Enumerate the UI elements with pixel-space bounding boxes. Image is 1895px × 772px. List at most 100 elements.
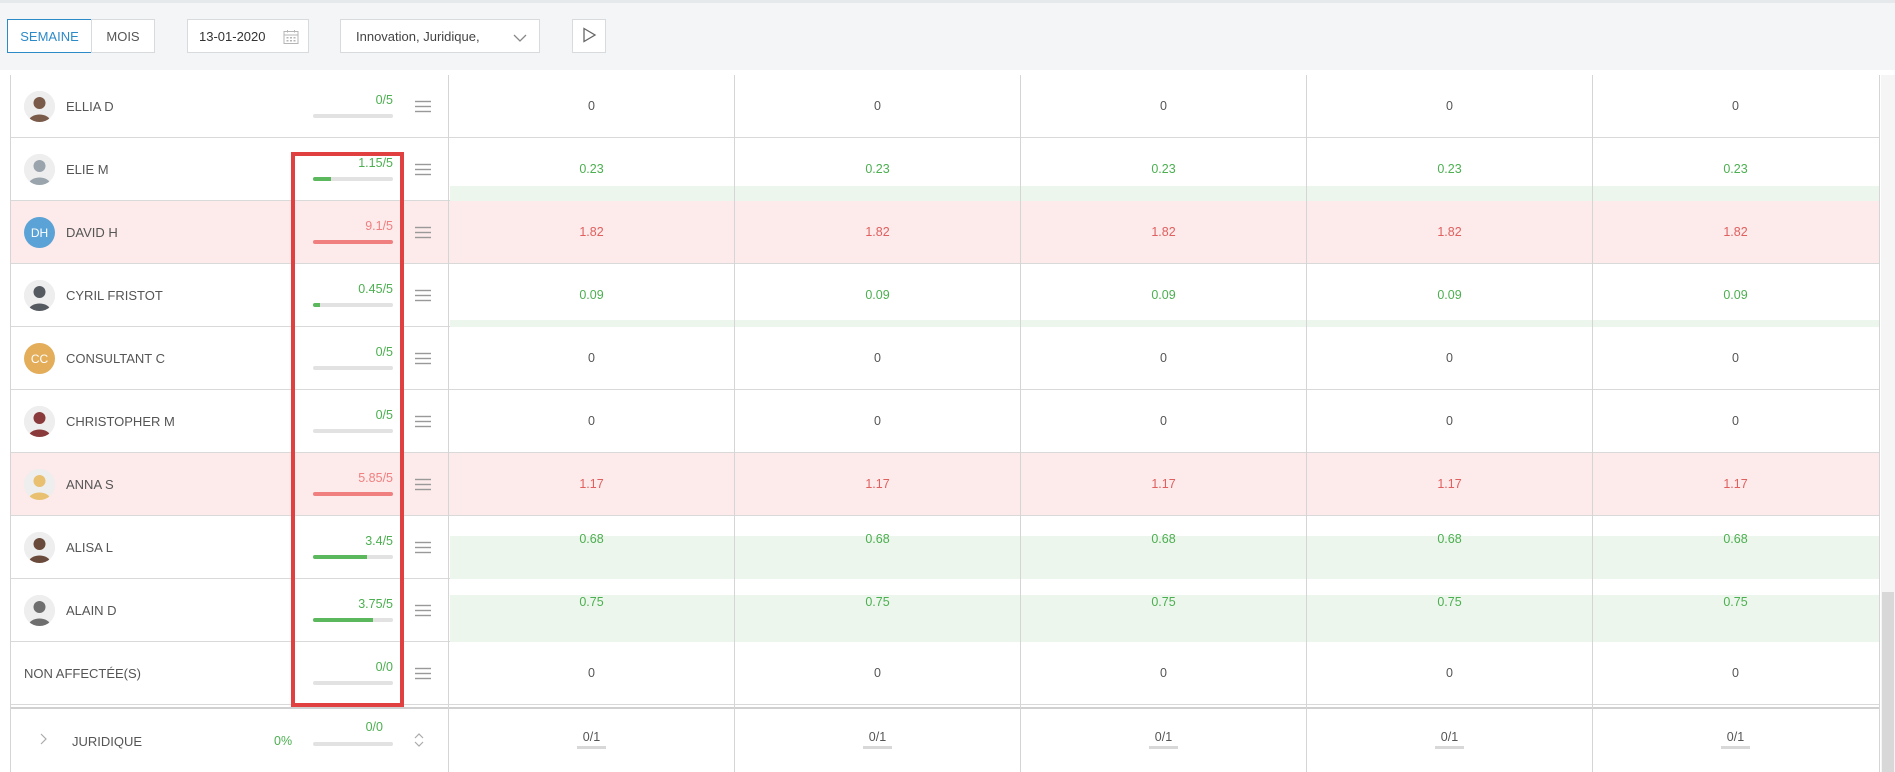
week-view-button[interactable]: SEMAINE bbox=[7, 19, 92, 53]
day-load-cell[interactable]: 0 bbox=[1021, 414, 1306, 428]
day-load-cell[interactable]: 0 bbox=[449, 414, 734, 428]
day-load-cell[interactable]: 0 bbox=[1307, 351, 1592, 365]
load-bar bbox=[313, 492, 393, 496]
hamburger-menu-icon[interactable] bbox=[415, 289, 431, 305]
load-bar bbox=[313, 429, 393, 433]
day-load-cell[interactable]: 1.17 bbox=[1593, 477, 1878, 491]
day-load-cell[interactable]: 0 bbox=[735, 414, 1020, 428]
day-load-cell[interactable]: 0 bbox=[1021, 351, 1306, 365]
play-button[interactable] bbox=[572, 19, 606, 53]
hamburger-menu-icon[interactable] bbox=[415, 100, 431, 116]
day-load-cell[interactable]: 0 bbox=[1307, 99, 1592, 113]
load-bar bbox=[313, 618, 393, 622]
day-load-cell[interactable]: 0.68 bbox=[1593, 532, 1878, 546]
load-ratio: 0/5 bbox=[375, 345, 393, 359]
group-day-cell: 0/1 bbox=[735, 730, 1020, 749]
day-load-cell[interactable]: 0 bbox=[1593, 414, 1878, 428]
hamburger-menu-icon[interactable] bbox=[415, 352, 431, 368]
day-load-cell[interactable]: 1.17 bbox=[449, 477, 734, 491]
day-load-cell[interactable]: 0.09 bbox=[735, 288, 1020, 302]
day-load-cell[interactable]: 0 bbox=[735, 351, 1020, 365]
day-load-cell[interactable]: 0 bbox=[449, 99, 734, 113]
day-load-cell[interactable]: 0.68 bbox=[1021, 532, 1306, 546]
day-load-cell[interactable]: 0 bbox=[1593, 666, 1878, 680]
day-load-cell[interactable]: 0.09 bbox=[1593, 288, 1878, 302]
date-picker-field[interactable]: 13-01-2020 bbox=[187, 19, 309, 53]
resource-name: ALISA L bbox=[66, 540, 113, 555]
day-load-cell[interactable]: 0 bbox=[1021, 666, 1306, 680]
vertical-scrollbar[interactable] bbox=[1882, 592, 1894, 772]
date-value: 13-01-2020 bbox=[199, 28, 266, 44]
load-ratio: 0/5 bbox=[375, 408, 393, 422]
group-summary-row: JURIDIQUE 0% 0/0 0/1 0/1 0/1 0/1 0/1 bbox=[10, 707, 1880, 772]
day-load-cell[interactable]: 0.09 bbox=[1307, 288, 1592, 302]
resource-name: CYRIL FRISTOT bbox=[66, 288, 163, 303]
day-load-cell[interactable]: 0 bbox=[735, 99, 1020, 113]
day-load-cell[interactable]: 0.75 bbox=[1307, 595, 1592, 609]
hamburger-menu-icon[interactable] bbox=[415, 415, 431, 431]
day-load-cell[interactable]: 0.75 bbox=[735, 595, 1020, 609]
group-day-value: 0/1 bbox=[1148, 730, 1179, 749]
day-load-cell[interactable]: 0.75 bbox=[449, 595, 734, 609]
day-load-cell[interactable]: 0.68 bbox=[735, 532, 1020, 546]
calendar-icon[interactable] bbox=[283, 29, 299, 48]
day-load-cell[interactable]: 1.82 bbox=[1307, 225, 1592, 239]
resource-row: ALAIN D 3.75/5 0.75 0.75 0.75 0.75 0.75 bbox=[10, 579, 1880, 642]
day-load-cell[interactable]: 0 bbox=[1593, 99, 1878, 113]
day-load-cell[interactable]: 0.75 bbox=[1593, 595, 1878, 609]
day-load-cell[interactable]: 1.17 bbox=[735, 477, 1020, 491]
day-load-cell[interactable]: 0.68 bbox=[1307, 532, 1592, 546]
resource-row: CC CONSULTANT C 0/5 0 0 0 0 0 bbox=[10, 327, 1880, 390]
day-load-cell[interactable]: 0 bbox=[735, 666, 1020, 680]
hamburger-menu-icon[interactable] bbox=[415, 667, 431, 683]
day-load-cell[interactable]: 1.82 bbox=[1021, 225, 1306, 239]
day-load-cell[interactable]: 0 bbox=[449, 666, 734, 680]
hamburger-menu-icon[interactable] bbox=[415, 226, 431, 242]
day-load-cell[interactable]: 1.82 bbox=[449, 225, 734, 239]
load-bar bbox=[313, 177, 393, 181]
day-load-cell[interactable]: 0.23 bbox=[735, 162, 1020, 176]
load-ratio: 1.15/5 bbox=[358, 156, 393, 170]
team-filter-select[interactable]: Innovation, Juridique, bbox=[340, 19, 540, 53]
hamburger-menu-icon[interactable] bbox=[415, 163, 431, 179]
group-day-cell: 0/1 bbox=[1593, 730, 1878, 749]
day-load-cell[interactable]: 1.82 bbox=[735, 225, 1020, 239]
grid-column-divider bbox=[448, 75, 449, 772]
hamburger-menu-icon[interactable] bbox=[415, 604, 431, 620]
sort-icon[interactable] bbox=[414, 731, 424, 752]
day-load-cell[interactable]: 0 bbox=[1307, 666, 1592, 680]
day-load-cell[interactable]: 1.82 bbox=[1593, 225, 1878, 239]
day-load-cell[interactable]: 1.17 bbox=[1021, 477, 1306, 491]
grid-left-border bbox=[10, 75, 11, 772]
row-band bbox=[450, 186, 1880, 201]
chevron-right-icon[interactable] bbox=[38, 733, 48, 748]
day-load-cell[interactable]: 0.09 bbox=[1021, 288, 1306, 302]
grid-column-divider bbox=[1306, 75, 1307, 772]
grid-column-divider bbox=[1020, 75, 1021, 772]
hamburger-menu-icon[interactable] bbox=[415, 541, 431, 557]
month-view-button[interactable]: MOIS bbox=[91, 19, 155, 53]
resource-row: ALISA L 3.4/5 0.68 0.68 0.68 0.68 0.68 bbox=[10, 516, 1880, 579]
grid-column-divider bbox=[1879, 75, 1880, 772]
day-load-cell[interactable]: 0.23 bbox=[449, 162, 734, 176]
load-ratio: 3.75/5 bbox=[358, 597, 393, 611]
day-load-cell[interactable]: 0.75 bbox=[1021, 595, 1306, 609]
play-icon bbox=[581, 26, 597, 46]
day-load-cell[interactable]: 0.23 bbox=[1021, 162, 1306, 176]
day-load-cell[interactable]: 0.23 bbox=[1307, 162, 1592, 176]
resource-row: ANNA S 5.85/5 1.17 1.17 1.17 1.17 1.17 bbox=[10, 453, 1880, 516]
day-load-cell[interactable]: 0.23 bbox=[1593, 162, 1878, 176]
day-load-cell[interactable]: 0.68 bbox=[449, 532, 734, 546]
load-bar bbox=[313, 555, 393, 559]
day-load-cell[interactable]: 0 bbox=[1593, 351, 1878, 365]
day-load-cell[interactable]: 0.09 bbox=[449, 288, 734, 302]
hamburger-menu-icon[interactable] bbox=[415, 478, 431, 494]
load-bar bbox=[313, 114, 393, 118]
view-toggle: SEMAINE MOIS bbox=[7, 19, 155, 53]
group-label: JURIDIQUE bbox=[72, 734, 143, 749]
day-load-cell[interactable]: 0 bbox=[1307, 414, 1592, 428]
day-load-cell[interactable]: 1.17 bbox=[1307, 477, 1592, 491]
day-load-cell[interactable]: 0 bbox=[1021, 99, 1306, 113]
day-load-cell[interactable]: 0 bbox=[449, 351, 734, 365]
load-bar-fill bbox=[313, 240, 393, 244]
